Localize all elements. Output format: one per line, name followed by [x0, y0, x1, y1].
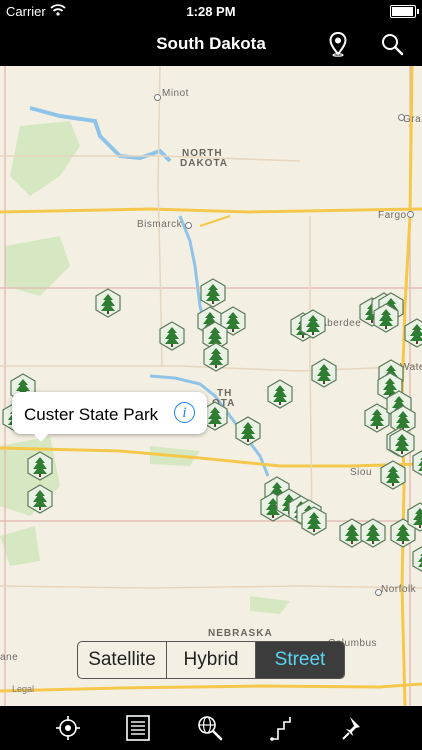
pine-tree-icon[interactable] [402, 318, 422, 348]
park-callout[interactable]: Custer State Park i [12, 392, 207, 442]
pine-tree-icon[interactable] [25, 451, 55, 481]
segment-street[interactable]: Street [256, 642, 344, 678]
pine-tree-icon[interactable] [371, 303, 401, 333]
page-title: South Dakota [156, 34, 266, 53]
pine-tree-icon[interactable] [93, 288, 123, 318]
map-pin-icon[interactable] [324, 30, 352, 58]
pine-tree-icon[interactable] [298, 309, 328, 339]
label-gra: Gra [403, 114, 422, 125]
pine-tree-icon[interactable] [198, 278, 228, 308]
segment-satellite[interactable]: Satellite [78, 642, 167, 678]
city-dot-bismarck [185, 222, 192, 229]
navigation-bar: South Dakota [0, 22, 422, 66]
info-icon[interactable]: i [174, 402, 195, 423]
battery-icon [390, 5, 419, 18]
pine-tree-icon[interactable] [299, 506, 329, 536]
label-north-dakota-2: DAKOTA [180, 158, 229, 169]
legal-link[interactable]: Legal [12, 684, 34, 694]
label-minot: Minot [162, 88, 189, 99]
label-nebraska: NEBRASKA [208, 628, 273, 639]
pine-tree-icon[interactable] [265, 379, 295, 409]
pine-tree-icon[interactable] [233, 416, 263, 446]
callout-title: Custer State Park [24, 405, 159, 424]
label-fargo: Fargo [378, 210, 407, 221]
label-bismarck: Bismarck [137, 219, 183, 230]
status-bar: Carrier 1:28 PM [0, 0, 422, 22]
locate-icon[interactable] [54, 714, 82, 742]
city-dot-minot [154, 94, 161, 101]
pine-tree-icon[interactable] [378, 460, 408, 490]
search-icon[interactable] [378, 30, 406, 58]
label-siou: Siou [350, 467, 373, 478]
segment-hybrid[interactable]: Hybrid [167, 642, 256, 678]
pine-tree-icon[interactable] [410, 544, 422, 574]
pine-tree-icon[interactable] [309, 358, 339, 388]
label-ane: ane [0, 652, 19, 663]
pine-tree-icon[interactable] [358, 518, 388, 548]
pine-tree-icon[interactable] [410, 448, 422, 478]
map-type-segmented-control[interactable]: Satellite Hybrid Street [77, 641, 345, 679]
list-icon[interactable] [124, 714, 152, 742]
web-search-icon[interactable] [196, 714, 224, 742]
pine-tree-icon[interactable] [157, 321, 187, 351]
pine-tree-icon[interactable] [25, 484, 55, 514]
pine-tree-icon[interactable] [405, 502, 422, 532]
clock: 1:28 PM [186, 4, 236, 19]
pine-tree-icon[interactable] [201, 342, 231, 372]
city-dot-fargo [407, 211, 414, 218]
route-icon[interactable] [268, 714, 296, 742]
map-view[interactable]: Minot Gra NORTH DAKOTA Bismarck Fargo Ab… [0, 66, 422, 706]
tab-bar [0, 706, 422, 750]
pushpin-icon[interactable] [340, 714, 368, 742]
label-norfolk: Norfolk [381, 584, 417, 595]
